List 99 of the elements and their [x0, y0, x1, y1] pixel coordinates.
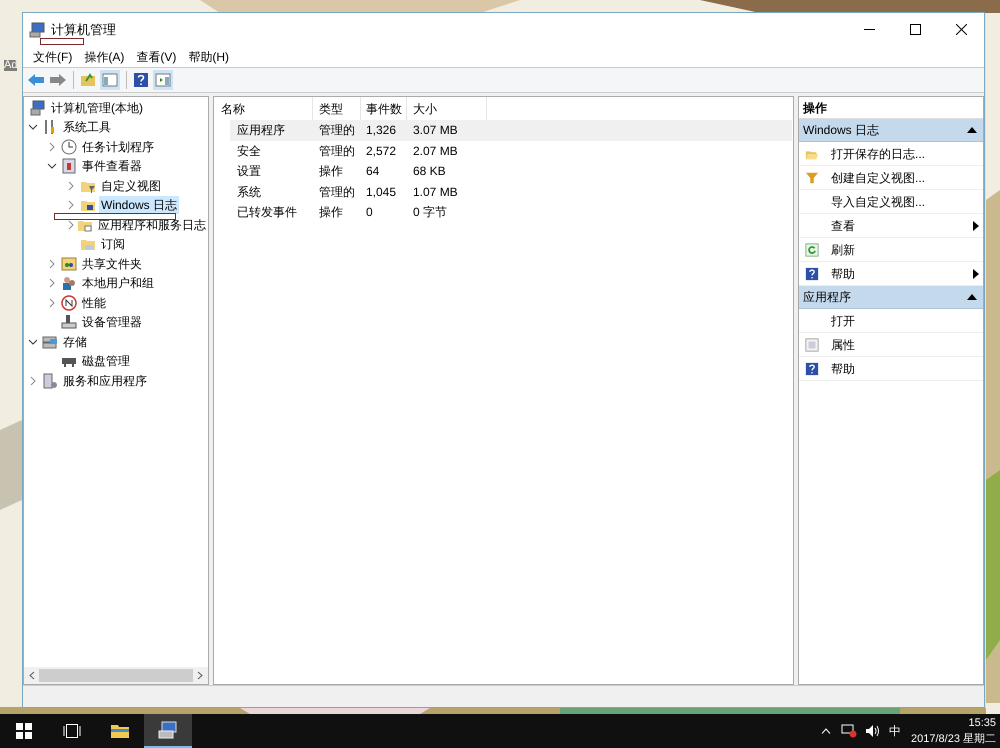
tree-item[interactable]: 本地用户和组 [80, 274, 156, 292]
console-tree-icon[interactable] [100, 70, 120, 90]
action-icon [805, 170, 819, 184]
annotation-box [40, 38, 84, 45]
action-link[interactable]: 创建自定义视图... [831, 168, 979, 186]
horizontal-scrollbar[interactable] [24, 667, 208, 684]
section-header[interactable]: 应用程序 [799, 286, 983, 309]
tree-item[interactable]: 任务计划程序 [80, 138, 156, 156]
node-icon [61, 294, 77, 311]
table-cell-text: 0 字节 [412, 204, 448, 222]
action-link[interactable]: 刷新 [831, 240, 979, 258]
table-cell-text: 操作 [318, 163, 344, 180]
tree-item[interactable]: 自定义视图 [99, 176, 163, 195]
maximize-icon [910, 24, 920, 35]
windows-logo-icon [16, 723, 32, 739]
tree-item[interactable]: 性能 [80, 294, 108, 312]
action-link[interactable]: 帮助 [831, 360, 979, 378]
forward-arrow-icon[interactable] [49, 73, 67, 87]
task-view-icon [62, 724, 82, 738]
back-arrow-icon[interactable] [27, 73, 45, 87]
tree-item[interactable]: 共享文件夹 [80, 254, 144, 273]
tree-item[interactable]: 存储 [61, 332, 89, 351]
menu-item[interactable]: 操作(A) [78, 48, 130, 66]
action-icon [805, 338, 819, 352]
menu-item[interactable]: 查看(V) [130, 48, 182, 66]
tree-item[interactable]: 事件查看器 [80, 157, 144, 176]
node-icon [61, 138, 77, 155]
node-icon [61, 256, 77, 272]
section-title: Windows 日志 [803, 122, 880, 139]
action-link[interactable]: 打开 [831, 312, 979, 330]
action-link[interactable]: 查看 [831, 216, 973, 234]
section-header[interactable]: Windows 日志 [799, 119, 983, 142]
close-icon [956, 24, 966, 35]
expanded-chevron-icon[interactable] [27, 122, 39, 132]
computer-icon [29, 22, 45, 38]
action-pane-icon[interactable] [153, 70, 173, 90]
table-cell-text: 系统 [236, 184, 262, 201]
collapse-triangle-icon[interactable] [967, 294, 977, 300]
tree-item[interactable]: 磁盘管理 [80, 352, 132, 370]
tree-item[interactable]: 设备管理器 [80, 313, 144, 332]
tree-item[interactable]: 订阅 [99, 235, 127, 254]
clock-date[interactable]: 2017/8/23 星期二 [911, 731, 996, 747]
input-method-indicator[interactable]: 中 [889, 722, 901, 740]
table-row[interactable]: 系统 管理的 1,045 1.07 MB [230, 182, 792, 202]
chevron-up-icon[interactable] [821, 728, 831, 734]
node-icon [61, 275, 77, 292]
table-cell-text: 1,326 [365, 122, 398, 140]
expanded-chevron-icon[interactable] [46, 161, 58, 172]
taskbar-app-button[interactable] [144, 714, 192, 748]
table-cell-text: 管理的 [318, 184, 356, 201]
help-icon[interactable] [133, 72, 149, 88]
table-cell-text: 1.07 MB [412, 184, 459, 201]
tree-item[interactable]: 计算机管理(本地) [49, 98, 145, 117]
menu-item[interactable]: 帮助(H) [182, 48, 235, 66]
action-icon [805, 242, 819, 256]
table-row[interactable]: 设置 操作 64 68 KB [230, 161, 792, 182]
collapse-triangle-icon[interactable] [967, 127, 977, 133]
table-cell-text: 管理的 [318, 122, 356, 140]
table-cell-text: 操作 [318, 204, 344, 222]
table-cell-text: 64 [365, 163, 380, 180]
help-icon [805, 362, 819, 376]
node-icon [61, 158, 77, 174]
computer-icon [158, 720, 178, 740]
node-icon [42, 372, 58, 389]
table-row[interactable]: 安全 管理的 2,572 2.07 MB [230, 140, 792, 161]
table-cell-text: 1,045 [365, 184, 398, 201]
action-link[interactable]: 打开保存的日志... [831, 144, 979, 162]
window-title: 计算机管理 [51, 20, 116, 39]
tree-item[interactable]: 服务和应用程序 [61, 372, 149, 390]
table-cell-text: 3.07 MB [412, 122, 459, 140]
tree-item[interactable]: 系统工具 [61, 118, 113, 136]
network-error-icon[interactable] [841, 724, 857, 738]
table-cell-text: 安全 [236, 142, 262, 160]
scroll-right-icon[interactable] [197, 671, 204, 680]
node-icon [30, 100, 46, 116]
table-cell-text: 应用程序 [236, 122, 286, 140]
table-cell-text: 设置 [236, 163, 262, 180]
table-cell-text: 68 KB [412, 163, 447, 180]
action-link[interactable]: 导入自定义视图... [831, 192, 979, 210]
node-icon [61, 314, 77, 330]
action-link[interactable]: 属性 [831, 336, 979, 354]
node-icon [42, 334, 58, 350]
table-cell-text: 2,572 [365, 142, 398, 160]
table-cell-text: 2.07 MB [412, 142, 459, 160]
action-link[interactable]: 帮助 [831, 264, 973, 282]
table-row[interactable]: 应用程序 管理的 1,326 3.07 MB [230, 120, 792, 140]
folder-up-icon[interactable] [80, 72, 96, 88]
section-title: 应用程序 [803, 289, 851, 306]
table-cell-text: 管理的 [318, 142, 356, 160]
scroll-left-icon[interactable] [28, 671, 35, 680]
tree-item[interactable]: Windows 日志 [99, 196, 180, 214]
table-cell-text: 已转发事件 [236, 204, 298, 222]
table-cell-text: 0 [365, 204, 374, 222]
expanded-chevron-icon[interactable] [27, 336, 39, 347]
help-icon [805, 266, 819, 280]
menu-item[interactable]: 文件(F) [27, 48, 78, 66]
volume-icon[interactable] [865, 724, 881, 738]
table-row[interactable]: 已转发事件 操作 0 0 字节 [230, 202, 792, 222]
clock-time[interactable]: 15:35 [968, 715, 996, 731]
